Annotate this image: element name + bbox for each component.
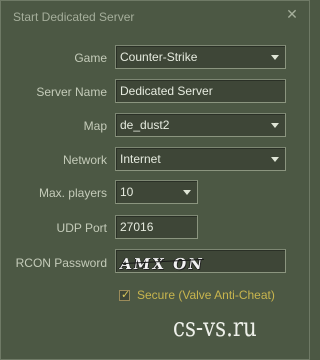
udp-port-label: UDP Port <box>56 221 107 235</box>
server-name-input[interactable]: Dedicated Server <box>115 79 286 103</box>
udp-port-value: 27016 <box>120 220 154 234</box>
game-value: Counter-Strike <box>120 50 198 64</box>
site-watermark: cs-vs.ru <box>173 313 257 343</box>
network-dropdown[interactable]: Internet <box>115 147 286 171</box>
max-players-dropdown[interactable]: 10 <box>115 180 198 204</box>
network-label: Network <box>62 153 107 167</box>
chevron-down-icon <box>271 55 279 60</box>
start-dedicated-server-dialog: Start Dedicated Server ✕ Game Counter-St… <box>0 0 310 360</box>
network-value: Internet <box>120 152 161 166</box>
secure-checkbox[interactable]: ✓ <box>119 289 131 301</box>
server-name-label: Server Name <box>36 85 107 99</box>
rcon-password-label: RCON Password <box>15 256 107 270</box>
map-label: Map <box>83 119 107 133</box>
secure-label[interactable]: Secure (Valve Anti-Cheat) <box>137 288 275 302</box>
udp-port-input[interactable]: 27016 <box>115 215 198 239</box>
rcon-password-input[interactable]: AMX ON <box>115 249 286 273</box>
server-name-value: Dedicated Server <box>120 84 213 98</box>
max-players-label: Max. players <box>38 186 107 200</box>
chevron-down-icon <box>183 190 191 195</box>
dialog-title: Start Dedicated Server <box>13 10 135 24</box>
chevron-down-icon <box>271 123 279 128</box>
close-icon[interactable]: ✕ <box>284 6 300 22</box>
chevron-down-icon <box>271 157 279 162</box>
game-dropdown[interactable]: Counter-Strike <box>115 45 286 69</box>
map-value: de_dust2 <box>120 118 170 132</box>
map-dropdown[interactable]: de_dust2 <box>115 113 286 137</box>
game-label: Game <box>74 51 107 65</box>
title-bar[interactable]: Start Dedicated Server ✕ <box>1 1 309 33</box>
max-players-value: 10 <box>120 185 134 199</box>
checkmark-icon: ✓ <box>121 289 131 301</box>
